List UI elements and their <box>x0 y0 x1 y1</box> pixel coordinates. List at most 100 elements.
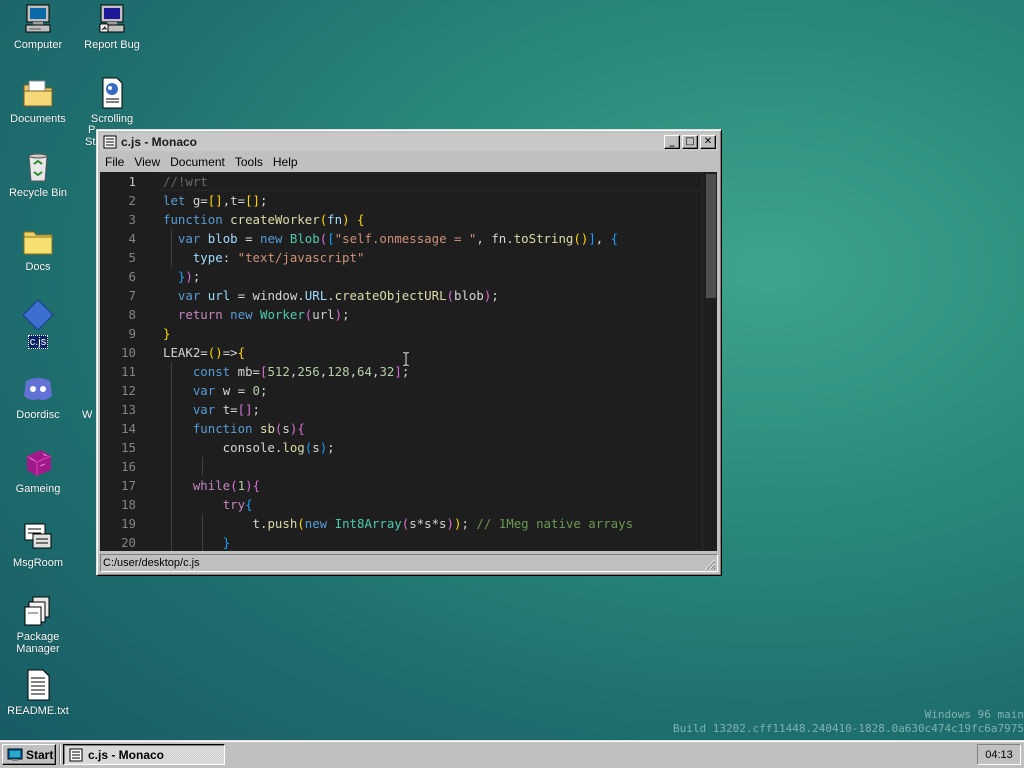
code-token: { <box>357 212 365 227</box>
code-token: log <box>282 440 305 455</box>
code-token: ; <box>491 288 499 303</box>
menu-tools[interactable]: Tools <box>230 155 268 169</box>
scrollbar-thumb[interactable] <box>706 174 716 298</box>
code-line[interactable]: 15 console.log(s); <box>100 438 717 457</box>
code-editor[interactable]: 1//!wrt 2 let g=[],t=[]; 3 function createWo… <box>100 172 717 551</box>
code-token: url <box>207 288 231 303</box>
code-token: ( <box>297 516 305 531</box>
desktop-icon-msgroom[interactable]: MsgRoom <box>1 520 75 569</box>
minimize-icon: _ <box>669 136 675 147</box>
code-token: 256 <box>297 364 320 379</box>
desktop-icon-readme[interactable]: README.txt <box>1 668 75 717</box>
code-token: [] <box>245 193 261 208</box>
code-token: blob <box>454 288 484 303</box>
code-token: t. <box>163 516 268 531</box>
desktop-icon-documents[interactable]: Documents <box>1 76 75 125</box>
code-token: fn <box>327 212 343 227</box>
code-text: var blob = new Blob(["self.onmessage = "… <box>163 229 618 248</box>
desktop-icon-doordisc[interactable]: Doordisc <box>1 372 75 421</box>
code-line[interactable]: 9} <box>100 324 717 343</box>
code-token: { <box>610 231 619 246</box>
code-token: Int8Array <box>334 516 402 531</box>
file-path: C:/user/desktop/c.js <box>103 557 200 569</box>
line-number: 10 <box>121 345 136 360</box>
line-number: 3 <box>128 212 136 227</box>
code-token: 0 <box>252 383 261 398</box>
menu-document[interactable]: Document <box>165 155 230 169</box>
code-token: 64 <box>357 364 372 379</box>
code-token: type <box>192 250 223 265</box>
code-line[interactable]: 5 type: "text/javascript" <box>100 248 717 267</box>
menu-help[interactable]: Help <box>268 155 303 169</box>
code-line[interactable]: 3 function createWorker(fn) { <box>100 210 717 229</box>
menu-view[interactable]: View <box>129 155 165 169</box>
code-line[interactable]: 16 <box>100 457 717 476</box>
code-token: } <box>222 535 231 550</box>
package-manager-icon <box>24 596 50 626</box>
code-line[interactable]: 13 var t=[]; <box>100 400 717 419</box>
code-token: { <box>297 421 305 436</box>
desktop-icon-report-bug[interactable]: Report Bug <box>75 2 149 51</box>
monaco-window[interactable]: c.js - Monaco _ □ ✕ File View Document T… <box>96 129 722 576</box>
code-token: 1 <box>237 478 246 493</box>
window-titlebar[interactable]: c.js - Monaco _ □ ✕ <box>100 133 718 151</box>
code-line[interactable]: 2 let g=[],t=[]; <box>100 191 717 210</box>
line-number: 1 <box>128 174 136 189</box>
code-line[interactable]: 4 var blob = new Blob(["self.onmessage =… <box>100 229 717 248</box>
code-line[interactable]: 19 t.push(new Int8Array(s*s*s)); // 1Meg… <box>100 514 717 533</box>
code-line[interactable]: 12 var w = 0; <box>100 381 717 400</box>
code-text: LEAK2=()=>{ <box>163 343 245 362</box>
close-button[interactable]: ✕ <box>700 135 716 149</box>
gameing-icon <box>26 450 52 476</box>
resize-grip-icon[interactable] <box>704 558 716 570</box>
system-tray-clock[interactable]: 04:13 <box>977 744 1021 765</box>
desktop-icon-computer[interactable]: Computer <box>1 2 75 51</box>
menu-file[interactable]: File <box>100 155 129 169</box>
code-line[interactable]: 18 try{ <box>100 495 717 514</box>
vertical-scrollbar[interactable] <box>702 172 717 551</box>
code-text: } <box>163 324 170 343</box>
code-line[interactable]: 1 //!wrt <box>100 172 717 191</box>
desktop-icon-docs[interactable]: Docs <box>1 224 75 273</box>
code-token: Blob <box>289 231 320 246</box>
taskbar-separator <box>59 745 61 765</box>
line-number: 14 <box>121 421 136 436</box>
desktop-icon-package-manager[interactable]: Package Manager <box>1 594 75 655</box>
notepad-icon <box>103 135 117 149</box>
code-token: var <box>192 383 216 398</box>
code-text: const mb=[512,256,128,64,32]; <box>163 362 409 381</box>
start-button[interactable]: Start <box>2 744 56 765</box>
watermark-line-1: Windows 96 main <box>924 708 1024 721</box>
code-token: toString <box>513 231 574 246</box>
code-line[interactable]: 8 return new Worker(url); <box>100 305 717 324</box>
maximize-button[interactable]: □ <box>682 135 698 149</box>
code-token: t= <box>215 402 238 417</box>
desktop-icon-gameing[interactable]: Gameing <box>1 446 75 495</box>
code-token: [ <box>327 231 335 246</box>
desktop-icon-scrolling[interactable]: Scrolling <box>75 76 149 125</box>
code-token: ) <box>334 307 343 322</box>
code-line[interactable]: 20 } <box>100 533 717 551</box>
code-token: s <box>282 421 290 436</box>
code-line[interactable]: 17 while(1){ <box>100 476 717 495</box>
code-line[interactable]: 14 function sb(s){ <box>100 419 717 438</box>
code-token: { <box>245 497 253 512</box>
desktop-icon-c-js[interactable]: c.js <box>1 298 75 349</box>
computer-icon <box>25 4 51 33</box>
taskbar-item-monaco[interactable]: c.js - Monaco <box>63 744 225 765</box>
desktop-icon-recycle-bin[interactable]: Recycle Bin <box>1 150 75 199</box>
code-token: let <box>163 193 186 208</box>
minimize-button[interactable]: _ <box>664 135 680 149</box>
line-number: 16 <box>121 459 136 474</box>
code-token: [] <box>237 402 253 417</box>
code-line[interactable]: 7 var url = window.URL.createObjectURL(b… <box>100 286 717 305</box>
code-token: ( <box>230 478 238 493</box>
code-text: }); <box>163 267 200 286</box>
code-line[interactable]: 6 }); <box>100 267 717 286</box>
